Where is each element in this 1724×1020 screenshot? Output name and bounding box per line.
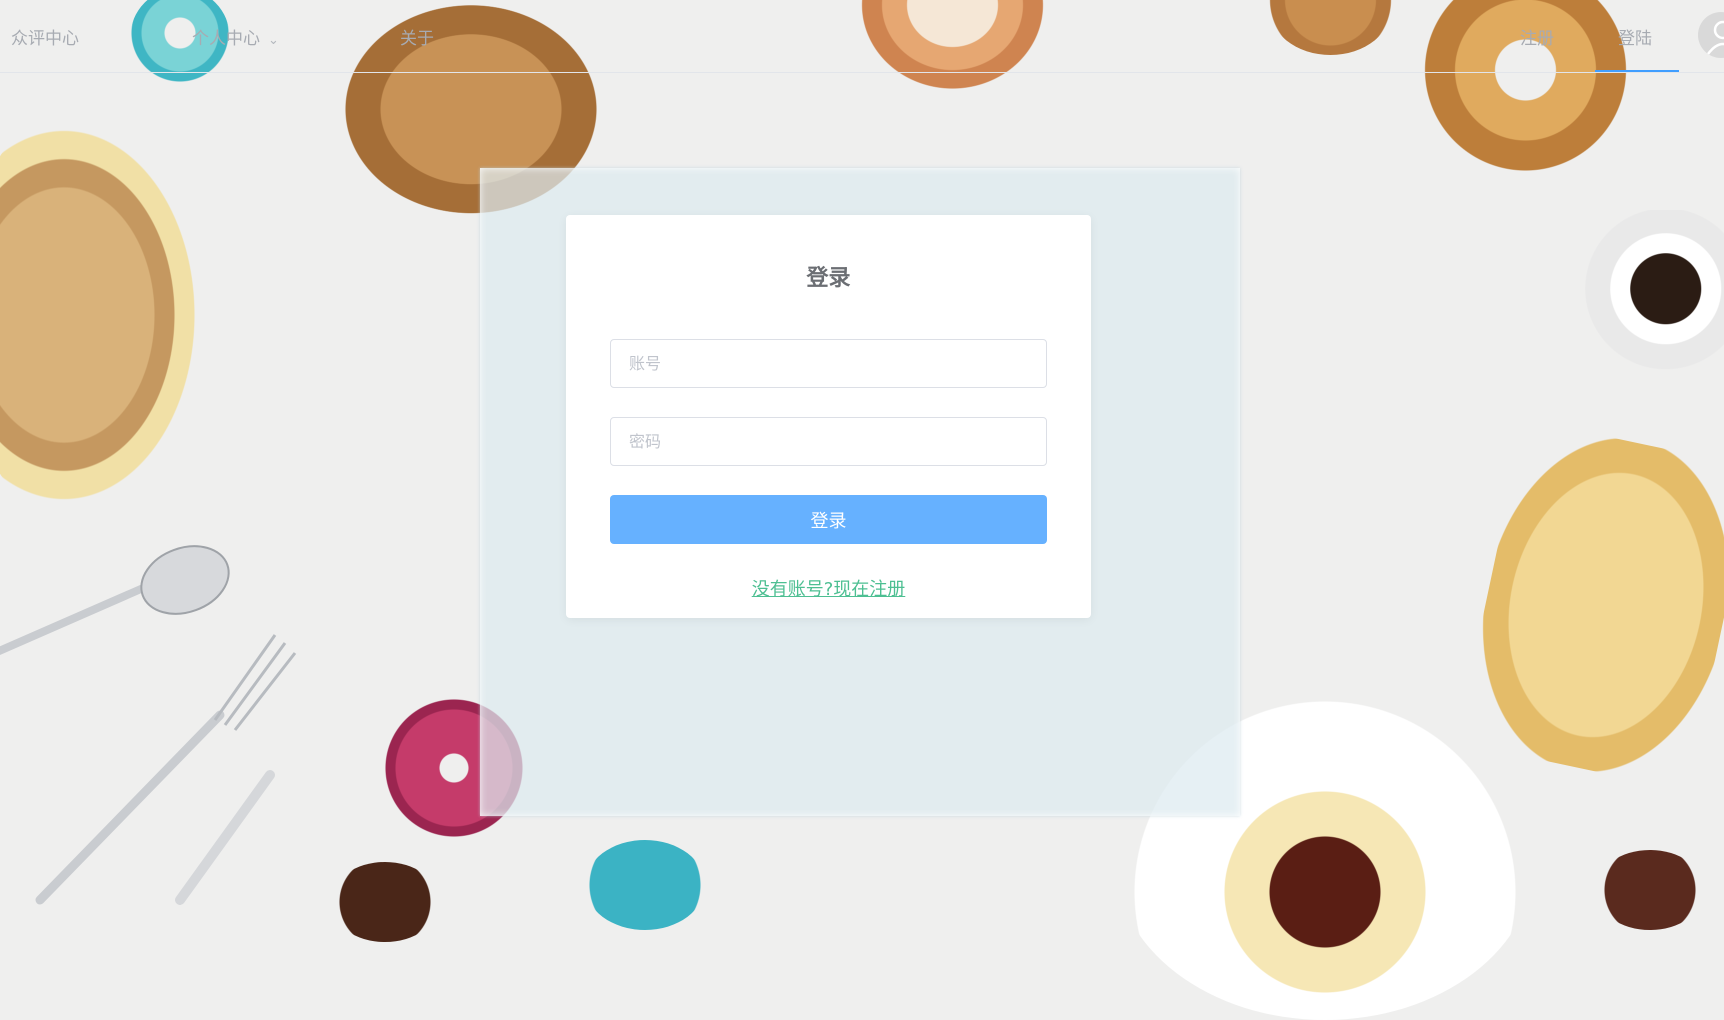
login-submit-button[interactable]: 登录 bbox=[610, 495, 1047, 544]
register-link[interactable]: 没有账号?现在注册 bbox=[566, 575, 1091, 601]
chocolate-donut-image bbox=[330, 862, 440, 942]
password-input[interactable] bbox=[610, 417, 1047, 466]
spoon-image bbox=[0, 545, 230, 655]
login-card: 登录 登录 没有账号?现在注册 bbox=[566, 215, 1091, 618]
nav-login-link[interactable]: 登陆 bbox=[1618, 24, 1652, 49]
active-tab-underline bbox=[1595, 70, 1679, 72]
toast-slice-image bbox=[1456, 419, 1724, 791]
account-input[interactable] bbox=[610, 339, 1047, 388]
nav-about-link[interactable]: 关于 bbox=[400, 24, 434, 49]
chevron-down-icon: ⌄ bbox=[268, 33, 279, 48]
cookie-plate-image bbox=[0, 95, 220, 535]
teal-donut-image bbox=[585, 840, 705, 930]
sprinkle-donut-image bbox=[1595, 850, 1705, 930]
top-nav-bar: 众评中心 个人中心 ⌄ 关于 注册 登陆 bbox=[0, 0, 1724, 73]
login-title: 登录 bbox=[806, 266, 851, 291]
nav-personal-center-menu[interactable]: 个人中心 ⌄ bbox=[192, 24, 279, 49]
user-avatar-icon[interactable] bbox=[1698, 12, 1724, 58]
nav-register-link[interactable]: 注册 bbox=[1520, 24, 1554, 49]
coffee-cup-image bbox=[1575, 210, 1724, 385]
nav-home-link[interactable]: 众评中心 bbox=[11, 24, 79, 49]
nav-personal-center-label: 个人中心 bbox=[192, 29, 260, 49]
fork-image bbox=[35, 634, 297, 905]
